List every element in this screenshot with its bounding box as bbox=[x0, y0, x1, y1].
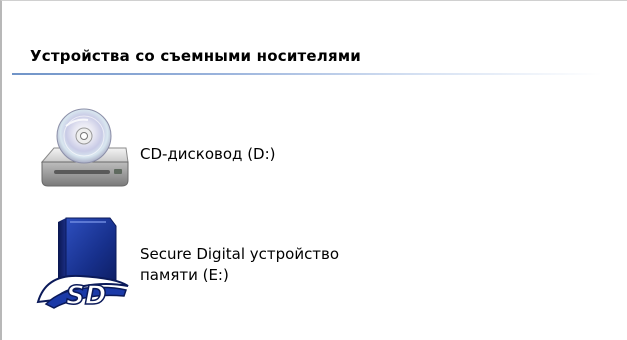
drive-label: Secure Digital устройство памяти (E:) bbox=[140, 244, 339, 286]
group-divider bbox=[12, 73, 602, 75]
group-title: Устройства со съемными носителями bbox=[30, 47, 361, 65]
explorer-content-pane: Устройства со съемными носителями CD-дис… bbox=[0, 0, 627, 340]
drive-label-line1: Secure Digital устройство bbox=[140, 245, 340, 263]
group-header-removable-storage: Устройства со съемными носителями bbox=[12, 41, 610, 75]
drive-label-line2: памяти (E:) bbox=[140, 266, 229, 284]
cd-drive-icon bbox=[40, 108, 129, 187]
drive-item-sd-e[interactable]: SD Secure Digital устройство памяти (E:) bbox=[36, 216, 456, 312]
svg-text:SD: SD bbox=[66, 281, 106, 311]
sd-card-icon: SD bbox=[36, 217, 129, 312]
drive-item-cd-d[interactable]: CD-дисковод (D:) bbox=[36, 106, 456, 196]
drive-label: CD-дисковод (D:) bbox=[140, 145, 276, 163]
